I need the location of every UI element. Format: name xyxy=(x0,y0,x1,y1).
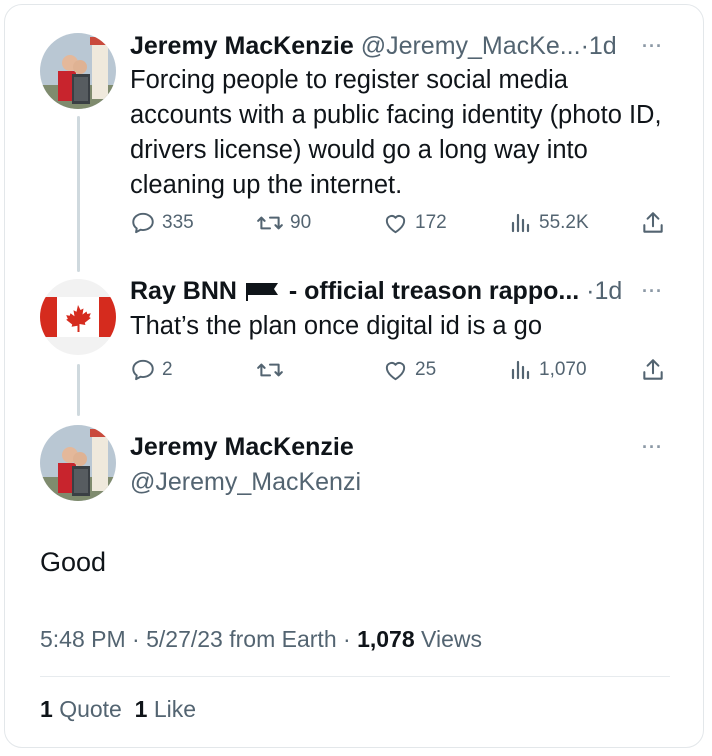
tweet2-header: Ray BNN - official treason rappo... ·1d xyxy=(130,276,622,306)
author-name[interactable]: Ray BNN xyxy=(130,277,237,305)
separator: · xyxy=(580,32,589,60)
thread-line xyxy=(77,116,80,272)
share-icon xyxy=(643,359,663,380)
retweet-icon xyxy=(257,363,283,377)
heart-icon xyxy=(385,362,406,381)
reply-icon xyxy=(132,212,154,234)
share-icon xyxy=(643,212,663,233)
retweet-button[interactable]: 90 xyxy=(256,210,311,236)
analytics-icon xyxy=(511,360,530,380)
like-count: 172 xyxy=(415,212,447,233)
tweet-time[interactable]: 5:48 PM xyxy=(40,626,126,652)
like-button[interactable]: 172 xyxy=(382,210,447,236)
reply-button[interactable]: 335 xyxy=(130,210,194,236)
avatar-jeremy[interactable] xyxy=(40,425,116,501)
author-handle[interactable]: @Jeremy_MacKe... xyxy=(361,32,581,60)
tweet-time[interactable]: 1d xyxy=(595,277,623,305)
tweet-date[interactable]: 5/27/23 xyxy=(146,626,223,652)
main-tweet-author-name[interactable]: Jeremy MacKenzie xyxy=(130,432,354,462)
like-count: 25 xyxy=(415,359,437,380)
avatar-jeremy[interactable] xyxy=(40,33,116,109)
retweet-icon xyxy=(257,216,283,230)
tweet-time[interactable]: 1d xyxy=(589,32,617,60)
thread-line xyxy=(77,364,80,416)
tweet1-text: Forcing people to register social media … xyxy=(130,66,662,199)
views-count: 1,078 xyxy=(357,626,415,652)
tweet1-header: Jeremy MacKenzie @Jeremy_MacKe...·1d xyxy=(130,31,617,61)
retweet-button[interactable] xyxy=(256,357,290,383)
reply-count: 335 xyxy=(162,212,194,233)
analytics-icon xyxy=(511,213,530,233)
tweet-source: from Earth xyxy=(229,626,337,652)
views-button[interactable]: 1,070 xyxy=(509,357,587,383)
likes-link[interactable]: 1 Like xyxy=(135,696,196,722)
heart-icon xyxy=(385,215,406,234)
divider xyxy=(40,676,670,677)
avatar-ray[interactable] xyxy=(40,279,116,355)
reply-count: 2 xyxy=(162,359,173,380)
engagement-stats: 1 Quote 1 Like xyxy=(40,696,196,723)
main-tweet-text: Good xyxy=(40,547,107,577)
views-count: 55.2K xyxy=(539,212,589,233)
more-options-icon[interactable]: ··· xyxy=(642,437,663,458)
quotes-link[interactable]: 1 Quote xyxy=(40,696,122,722)
more-options-icon[interactable]: ··· xyxy=(642,36,663,57)
black-flag-icon xyxy=(244,279,282,303)
tweet2-text: That’s the plan once digital id is a go xyxy=(130,312,543,340)
share-button[interactable] xyxy=(640,357,666,383)
more-options-icon[interactable]: ··· xyxy=(642,281,663,302)
separator: · xyxy=(586,277,595,305)
author-name-suffix[interactable]: - official treason rappo... xyxy=(289,277,579,305)
main-tweet-handle[interactable]: @Jeremy_MacKenzi xyxy=(130,467,361,497)
views-count: 1,070 xyxy=(539,359,587,380)
reply-icon xyxy=(132,359,154,381)
tweet-metadata: 5:48 PM · 5/27/23 from Earth · 1,078 Vie… xyxy=(40,626,482,652)
views-button[interactable]: 55.2K xyxy=(509,210,589,236)
share-button[interactable] xyxy=(640,210,666,236)
retweet-count: 90 xyxy=(290,212,312,233)
like-button[interactable]: 25 xyxy=(382,357,436,383)
reply-button[interactable]: 2 xyxy=(130,357,173,383)
views-label: Views xyxy=(421,626,482,652)
author-name[interactable]: Jeremy MacKenzie xyxy=(130,32,354,60)
